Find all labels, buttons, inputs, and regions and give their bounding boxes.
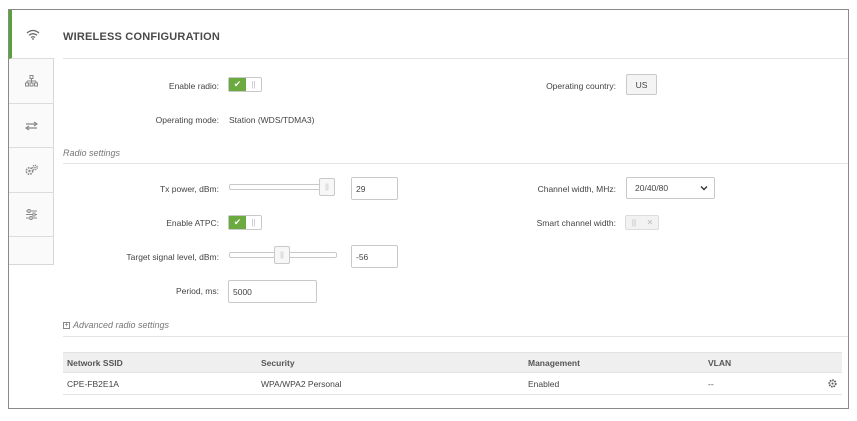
management-cell: Enabled	[528, 379, 560, 389]
vlan-cell: --	[708, 379, 714, 389]
enable-atpc-toggle[interactable]: ✔ ||	[228, 215, 262, 230]
sliders-icon	[25, 209, 38, 220]
arrows-icon	[25, 121, 38, 131]
operating-country-button[interactable]: US	[626, 74, 657, 95]
sidebar-item-services[interactable]	[9, 148, 54, 193]
sidebar	[9, 10, 55, 265]
table-row[interactable]: CPE-FB2E1A WPA/WPA2 Personal Enabled --	[63, 373, 842, 395]
target-signal-input[interactable]: -56	[351, 245, 398, 268]
wifi-icon	[26, 29, 40, 40]
page-title: WIRELESS CONFIGURATION	[63, 31, 220, 43]
channel-width-select[interactable]: 20/40/80	[626, 177, 715, 199]
channel-width-label: Channel width, MHz:	[537, 184, 616, 194]
sidebar-item-system[interactable]	[9, 193, 54, 237]
operating-country-label: Operating country:	[546, 81, 616, 91]
tx-power-label: Tx power, dBm:	[159, 184, 219, 194]
gears-icon	[25, 164, 38, 176]
smart-channel-width-toggle[interactable]: || ✕	[625, 215, 659, 230]
gear-icon[interactable]	[828, 379, 837, 390]
period-label: Period, ms:	[176, 286, 219, 296]
column-header-vlan: VLAN	[708, 358, 732, 368]
expand-plus-icon[interactable]: +	[63, 322, 70, 329]
enable-radio-label: Enable radio:	[168, 81, 219, 91]
security-cell: WPA/WPA2 Personal	[261, 379, 342, 389]
radio-settings-divider	[63, 163, 848, 164]
target-signal-label: Target signal level, dBm:	[126, 252, 219, 262]
x-icon: ✕	[646, 218, 654, 227]
channel-width-value: 20/40/80	[635, 183, 669, 193]
advanced-divider	[63, 336, 848, 337]
operating-mode-value: Station (WDS/TDMA3)	[229, 115, 315, 125]
sidebar-item-network[interactable]	[9, 59, 54, 104]
check-icon: ✔	[229, 216, 246, 229]
check-icon: ✔	[229, 78, 246, 91]
column-header-management: Management	[528, 358, 580, 368]
toggle-knob: ||	[251, 80, 256, 89]
title-divider	[63, 58, 848, 59]
target-signal-slider-handle[interactable]: ||	[274, 246, 290, 264]
period-input[interactable]: 5000	[228, 280, 317, 303]
toggle-knob: ||	[251, 218, 256, 227]
radio-settings-heading: Radio settings	[63, 148, 121, 158]
column-header-security: Security	[261, 358, 295, 368]
toggle-knob: ||	[631, 218, 637, 227]
ssid-table-header: Network SSID Security Management VLAN	[63, 352, 842, 373]
wireless-config-panel: WIRELESS CONFIGURATION Enable radio: ✔ |…	[8, 9, 849, 409]
tx-power-input[interactable]: 29	[351, 177, 398, 200]
enable-radio-toggle[interactable]: ✔ ||	[228, 77, 262, 92]
enable-atpc-label: Enable ATPC:	[166, 218, 219, 228]
sidebar-item-wireless[interactable]	[9, 10, 55, 59]
chevron-down-icon	[700, 186, 708, 191]
network-icon	[25, 75, 38, 87]
column-header-ssid: Network SSID	[67, 358, 123, 368]
ssid-cell: CPE-FB2E1A	[67, 379, 119, 389]
sidebar-item-routing[interactable]	[9, 104, 54, 148]
advanced-radio-settings-link[interactable]: Advanced radio settings	[73, 320, 169, 330]
operating-mode-label: Operating mode:	[155, 115, 219, 125]
tx-power-slider-handle[interactable]: ||	[319, 178, 335, 196]
smart-channel-width-label: Smart channel width:	[536, 218, 616, 228]
